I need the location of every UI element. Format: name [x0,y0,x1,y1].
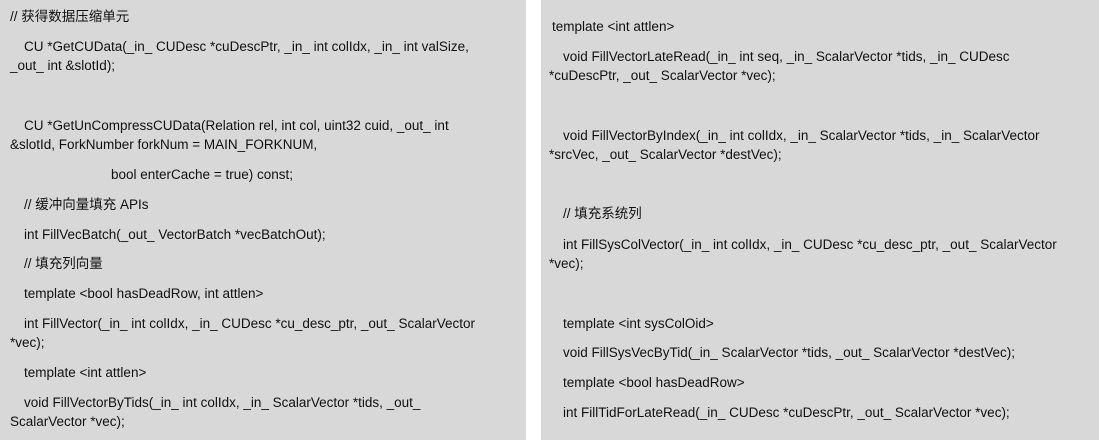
code-line: void FillVectorLateRead(_in_ int seq, _i… [563,49,1010,64]
code-line: bool enterCache = true) const; [111,167,293,182]
code-line: template <bool hasDeadRow> [563,375,745,390]
code-line: int FillSysColVector(_in_ int colIdx, _i… [563,237,1057,252]
code-line: *cuDescPtr, _out_ ScalarVector *vec); [549,68,776,83]
code-line: _out_ int &slotId); [10,58,116,73]
code-line: ScalarVector *vec); [10,414,125,429]
code-line: int FillVecBatch(_out_ VectorBatch *vecB… [24,227,326,242]
code-line: *vec); [10,335,45,350]
code-line: template <bool hasDeadRow, int attlen> [24,286,264,301]
code-line: // 获得数据压缩单元 [10,9,130,24]
code-line: void FillVectorByIndex(_in_ int colIdx, … [563,128,1040,143]
right-code-panel: template <int attlen> void FillVectorLat… [541,0,1099,440]
code-comment: // 填充列向量 [24,256,103,271]
code-line: *srcVec, _out_ ScalarVector *destVec); [549,147,782,162]
code-line: CU *GetCUData(_in_ CUDesc *cuDescPtr, _i… [24,39,469,54]
code-line: CU *GetUnCompressCUData(Relation rel, in… [24,118,449,133]
left-code-panel: // 获得数据压缩单元 CU *GetCUData(_in_ CUDesc *c… [0,0,526,440]
code-line: &slotId, ForkNumber forkNum = MAIN_FORKN… [10,137,318,152]
code-line: template <int attlen> [24,365,147,380]
code-line: void FillSysVecByTid(_in_ ScalarVector *… [563,345,1015,360]
code-line: template <int attlen> [552,19,675,34]
code-line: int FillVector(_in_ int colIdx, _in_ CUD… [24,316,475,331]
code-comment: // 缓冲向量填充 APIs [24,197,149,212]
code-line: *vec); [549,256,584,271]
code-line: void FillVectorByTids(_in_ int colIdx, _… [24,395,421,410]
code-line: template <int sysColOid> [563,316,714,331]
code-line: int FillTidForLateRead(_in_ CUDesc *cuDe… [563,405,1010,420]
code-comment: // 填充系统列 [563,206,642,221]
